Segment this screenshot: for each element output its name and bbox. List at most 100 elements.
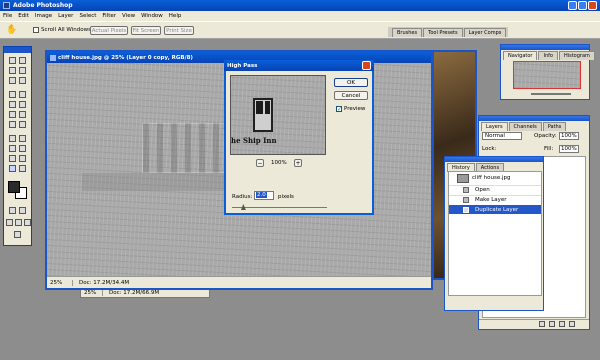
lasso-tool-icon[interactable] (9, 67, 16, 74)
history-item-label: Open (475, 187, 490, 193)
notes-tool-icon[interactable] (9, 155, 16, 162)
fit-screen-button[interactable]: Fit Screen (131, 26, 161, 35)
tab-info[interactable]: Info (538, 51, 558, 60)
brush-tool-icon[interactable] (19, 91, 26, 98)
toolbox (3, 46, 32, 246)
zoom-tool-icon[interactable] (19, 165, 26, 172)
menu-layer[interactable]: Layer (58, 13, 73, 19)
opacity-input[interactable]: 100% (559, 132, 579, 140)
second-document-size: Doc: 17.2M/66.9M (109, 289, 160, 296)
menu-select[interactable]: Select (79, 13, 96, 19)
menu-view[interactable]: View (122, 13, 135, 19)
snapshot-thumbnail (457, 173, 469, 183)
radius-label: Radius: (232, 194, 253, 200)
app-title-bar: Adobe Photoshop (0, 0, 600, 11)
zoom-in-button[interactable]: + (294, 159, 302, 167)
slice-tool-icon[interactable] (19, 77, 26, 84)
history-titlebar (445, 157, 543, 162)
document-status-bar: 25% Doc: 17.2M/34.4M (47, 276, 431, 288)
jump-to-imageready-icon[interactable] (14, 231, 21, 238)
dialog-close-button[interactable] (362, 61, 371, 70)
photoshop-logo-icon (3, 2, 10, 9)
radius-slider-track[interactable] (232, 207, 327, 208)
hand-tool-icon[interactable]: ✋ (6, 25, 17, 35)
dodge-tool-icon[interactable] (19, 121, 26, 128)
tab-histogram[interactable]: Histogram (558, 51, 595, 60)
well-tab-tool-presets[interactable]: Tool Presets (423, 28, 463, 37)
history-list: cliff house.jpg Open Make Layer Duplicat… (448, 171, 542, 296)
healing-brush-tool-icon[interactable] (9, 91, 16, 98)
well-tab-brushes[interactable]: Brushes (392, 28, 423, 37)
screen-mode-standard-icon[interactable] (6, 219, 13, 226)
clone-stamp-tool-icon[interactable] (9, 101, 16, 108)
preview-pane (256, 101, 263, 114)
document-zoom[interactable]: 25% (47, 279, 73, 286)
document-icon (50, 54, 56, 61)
tab-paths[interactable]: Paths (542, 122, 567, 131)
radius-input[interactable]: 2.0 (254, 191, 274, 200)
lock-label: Lock: (482, 146, 497, 152)
path-selection-tool-icon[interactable] (9, 135, 16, 142)
screen-mode-full-menu-icon[interactable] (15, 219, 22, 226)
palette-well: Brushes Tool Presets Layer Comps (388, 27, 508, 37)
menu-file[interactable]: File (3, 13, 12, 19)
radius-value: 2.0 (256, 192, 267, 198)
ok-button[interactable]: OK (334, 78, 368, 87)
snapshot-label: cliff house.jpg (472, 175, 511, 181)
history-item-label: Duplicate Layer (475, 206, 519, 213)
delete-layer-icon[interactable] (569, 321, 575, 327)
menu-edit[interactable]: Edit (18, 13, 29, 19)
navigator-preview[interactable] (513, 61, 581, 89)
well-tab-layer-comps[interactable]: Layer Comps (463, 28, 507, 37)
history-snapshot[interactable]: cliff house.jpg (449, 172, 541, 184)
tab-channels[interactable]: Channels (508, 122, 542, 131)
history-brush-tool-icon[interactable] (19, 101, 26, 108)
close-button[interactable] (588, 1, 597, 10)
standard-mode-icon[interactable] (9, 207, 16, 214)
hand-tool-selected-icon[interactable] (9, 165, 16, 172)
history-state-icon (463, 187, 469, 193)
fill-input[interactable]: 100% (559, 145, 579, 153)
blur-tool-icon[interactable] (9, 121, 16, 128)
app-title: Adobe Photoshop (13, 2, 73, 9)
tab-navigator[interactable]: Navigator (503, 51, 538, 60)
cancel-button[interactable]: Cancel (334, 91, 368, 100)
history-item-selected[interactable]: Duplicate Layer (449, 205, 541, 214)
move-tool-icon[interactable] (19, 57, 26, 64)
tab-layers[interactable]: Layers (481, 122, 508, 131)
preview-label: Preview (344, 106, 366, 112)
preview-checkbox[interactable]: ✓ (336, 106, 342, 113)
print-size-button[interactable]: Print Size (164, 26, 194, 35)
minimize-button[interactable] (568, 1, 577, 10)
navigator-zoom-slider[interactable] (531, 93, 571, 95)
new-group-icon[interactable] (549, 321, 555, 327)
eraser-tool-icon[interactable] (9, 111, 16, 118)
screen-mode-full-icon[interactable] (24, 219, 31, 226)
menu-image[interactable]: Image (35, 13, 52, 19)
menu-filter[interactable]: Filter (102, 13, 116, 19)
blend-mode-select[interactable]: Normal (482, 132, 522, 140)
foreground-color-front (8, 181, 20, 193)
eyedropper-tool-icon[interactable] (19, 155, 26, 162)
menu-window[interactable]: Window (141, 13, 163, 19)
zoom-out-button[interactable]: − (256, 159, 264, 167)
actual-pixels-button[interactable]: Actual Pixels (90, 26, 128, 35)
second-document-zoom[interactable]: 25% (81, 289, 103, 296)
document-title: cliff house.jpg @ 25% (Layer 0 copy, RGB… (58, 54, 193, 61)
shape-tool-icon[interactable] (19, 145, 26, 152)
history-item[interactable]: Open (449, 185, 541, 194)
pen-tool-icon[interactable] (9, 145, 16, 152)
crop-tool-icon[interactable] (9, 77, 16, 84)
marquee-tool-icon[interactable] (9, 57, 16, 64)
magic-wand-tool-icon[interactable] (19, 67, 26, 74)
type-tool-icon[interactable] (19, 135, 26, 142)
new-layer-icon[interactable] (559, 321, 565, 327)
maximize-button[interactable] (578, 1, 587, 10)
quick-mask-mode-icon[interactable] (19, 207, 26, 214)
menu-help[interactable]: Help (169, 13, 182, 19)
gradient-tool-icon[interactable] (19, 111, 26, 118)
scroll-all-checkbox[interactable] (33, 27, 39, 33)
layer-style-icon[interactable] (539, 321, 545, 327)
history-item[interactable]: Make Layer (449, 195, 541, 204)
dialog-preview[interactable]: he Ship Inn (230, 75, 326, 155)
